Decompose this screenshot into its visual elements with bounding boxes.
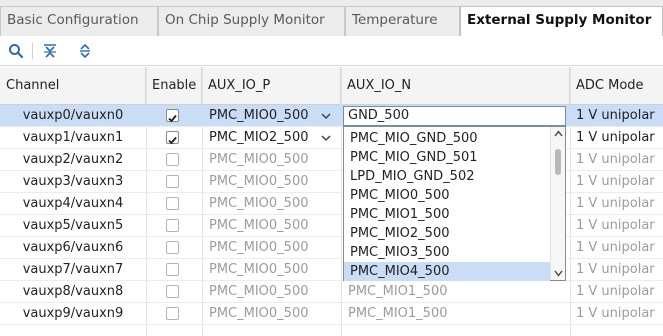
table-header: Channel Enable AUX_IO_P AUX_IO_N ADC Mod… xyxy=(0,67,663,105)
channel-cell: vauxp7/vauxn7 xyxy=(22,262,124,277)
aux-io-p-cell: PMC_MIO0_500 xyxy=(209,196,309,211)
aux-io-p-cell: PMC_MIO0_500 xyxy=(209,240,309,255)
aux-io-n-editor[interactable]: GND_500 xyxy=(343,106,566,126)
tab-label: Basic Configuration xyxy=(7,12,139,28)
enable-checkbox[interactable] xyxy=(166,153,179,166)
enable-cell xyxy=(146,281,202,303)
table-row[interactable]: vauxp9/vauxn9 PMC_MIO0_500 PMC_MIO1_500 … xyxy=(0,303,663,325)
aux-io-p-cell: PMC_MIO0_500 xyxy=(209,284,309,299)
check-icon xyxy=(168,136,177,145)
expand-all-icon xyxy=(80,43,90,59)
adc-mode-cell: 1 V unipolar xyxy=(576,152,655,167)
toolbar xyxy=(0,36,663,66)
check-icon xyxy=(168,114,177,123)
dropdown-option[interactable]: PMC_MIO2_500 xyxy=(344,224,550,243)
tab-external-supply-monitor[interactable]: External Supply Monitor xyxy=(460,6,663,37)
enable-checkbox[interactable] xyxy=(166,219,179,232)
channel-cell: vauxp5/vauxn5 xyxy=(22,218,124,233)
aux-io-p-cell: PMC_MIO0_500 xyxy=(209,262,309,277)
dropdown-option[interactable]: PMC_MIO1_500 xyxy=(344,205,550,224)
aux-io-p-cell: PMC_MIO0_500 xyxy=(209,174,309,189)
enable-checkbox[interactable] xyxy=(166,241,179,254)
channel-cell: vauxp3/vauxn3 xyxy=(22,174,124,189)
enable-cell xyxy=(146,303,202,325)
enable-cell xyxy=(146,105,202,127)
aux-io-p-cell: PMC_MIO0_500 xyxy=(209,152,309,167)
adc-mode-cell: 1 V unipolar xyxy=(576,240,655,255)
enable-checkbox[interactable] xyxy=(166,307,179,320)
enable-cell xyxy=(146,149,202,171)
aux-io-p-cell: PMC_MIO0_500 xyxy=(209,306,309,321)
dropdown-option[interactable]: PMC_MIO_GND_501 xyxy=(344,148,550,167)
collapse-all-button[interactable] xyxy=(40,41,60,61)
toolbar-separator xyxy=(32,43,33,59)
aux-io-p-cell: PMC_MIO0_500 xyxy=(209,218,309,233)
adc-mode-cell[interactable]: 1 V unipolar xyxy=(570,127,663,149)
chevron-up-icon[interactable] xyxy=(554,130,563,137)
channel-cell: vauxp0/vauxn0 xyxy=(22,108,124,123)
dropdown-scrollbar[interactable] xyxy=(550,127,565,280)
table-row[interactable]: vauxp8/vauxn8 PMC_MIO0_500 PMC_MIO1_500 … xyxy=(0,281,663,303)
dropdown-option[interactable]: PMC_MIO_GND_500 xyxy=(344,129,550,148)
tab-label: Temperature xyxy=(352,12,438,28)
dropdown-option[interactable]: PMC_MIO3_500 xyxy=(344,243,550,262)
column-header-enable[interactable]: Enable xyxy=(146,67,202,105)
enable-cell xyxy=(146,193,202,215)
aux-io-n-value: GND_500 xyxy=(348,108,410,123)
enable-cell xyxy=(146,237,202,259)
aux-io-n-dropdown-list[interactable]: PMC_MIO_GND_500 PMC_MIO_GND_501 LPD_MIO_… xyxy=(343,126,566,281)
enable-checkbox[interactable] xyxy=(166,109,179,123)
dropdown-option[interactable]: PMC_MIO0_500 xyxy=(344,186,550,205)
channel-cell: vauxp8/vauxn8 xyxy=(22,284,124,299)
tab-on-chip-supply-monitor[interactable]: On Chip Supply Monitor xyxy=(158,6,345,36)
channel-cell: vauxp4/vauxn4 xyxy=(22,196,124,211)
enable-checkbox[interactable] xyxy=(166,263,179,276)
channel-cell: vauxp1/vauxn1 xyxy=(22,130,124,145)
expand-all-button[interactable] xyxy=(75,41,95,61)
enable-checkbox[interactable] xyxy=(166,285,179,298)
enable-cell xyxy=(146,127,202,149)
tab-label: On Chip Supply Monitor xyxy=(165,12,325,28)
enable-checkbox[interactable] xyxy=(166,197,179,210)
tab-temperature[interactable]: Temperature xyxy=(345,6,460,36)
enable-checkbox[interactable] xyxy=(166,175,179,188)
search-button[interactable] xyxy=(6,41,26,61)
channel-cell: vauxp9/vauxn9 xyxy=(22,306,124,321)
aux-io-p-value: PMC_MIO2_500 xyxy=(209,130,309,145)
adc-mode-cell: 1 V unipolar xyxy=(576,306,655,321)
channel-cell: vauxp2/vauxn2 xyxy=(22,152,124,167)
search-icon xyxy=(9,44,24,59)
collapse-all-icon xyxy=(44,44,56,58)
enable-cell xyxy=(146,259,202,281)
column-header-channel[interactable]: Channel xyxy=(0,67,146,105)
enable-cell xyxy=(146,215,202,237)
channel-cell: vauxp6/vauxn6 xyxy=(22,240,124,255)
aux-io-p-select[interactable]: PMC_MIO0_500 xyxy=(202,105,341,127)
column-header-adc-mode[interactable]: ADC Mode xyxy=(570,67,663,105)
chevron-down-icon xyxy=(321,113,331,120)
aux-io-p-value: PMC_MIO0_500 xyxy=(209,108,309,123)
adc-mode-cell: 1 V unipolar xyxy=(576,196,655,211)
chevron-down-icon[interactable] xyxy=(554,270,563,277)
adc-mode-cell: 1 V unipolar xyxy=(576,284,655,299)
table-row[interactable]: vauxp0/vauxn0 PMC_MIO0_500 GND_500 1 V u… xyxy=(0,105,663,127)
adc-mode-cell: 1 V unipolar xyxy=(576,174,655,189)
aux-io-n-cell: PMC_MIO1_500 xyxy=(348,284,448,299)
aux-io-p-select[interactable]: PMC_MIO2_500 xyxy=(202,127,341,149)
dropdown-option[interactable]: LPD_MIO_GND_502 xyxy=(344,167,550,186)
aux-io-n-cell: PMC_MIO1_500 xyxy=(348,306,448,321)
column-header-aux-io-p[interactable]: AUX_IO_P xyxy=(202,67,341,105)
tab-basic-configuration[interactable]: Basic Configuration xyxy=(0,6,158,36)
enable-checkbox[interactable] xyxy=(166,131,179,145)
column-header-aux-io-n[interactable]: AUX_IO_N xyxy=(341,67,570,105)
adc-mode-cell[interactable]: 1 V unipolar xyxy=(570,105,663,127)
dropdown-option-selected[interactable]: PMC_MIO4_500 xyxy=(344,262,550,281)
enable-cell xyxy=(146,171,202,193)
adc-mode-cell: 1 V unipolar xyxy=(576,218,655,233)
tab-bar: Basic Configuration On Chip Supply Monit… xyxy=(0,0,663,37)
tab-label: External Supply Monitor xyxy=(467,12,652,28)
scrollbar-thumb[interactable] xyxy=(555,149,561,175)
chevron-down-icon xyxy=(321,135,331,142)
adc-mode-cell: 1 V unipolar xyxy=(576,262,655,277)
